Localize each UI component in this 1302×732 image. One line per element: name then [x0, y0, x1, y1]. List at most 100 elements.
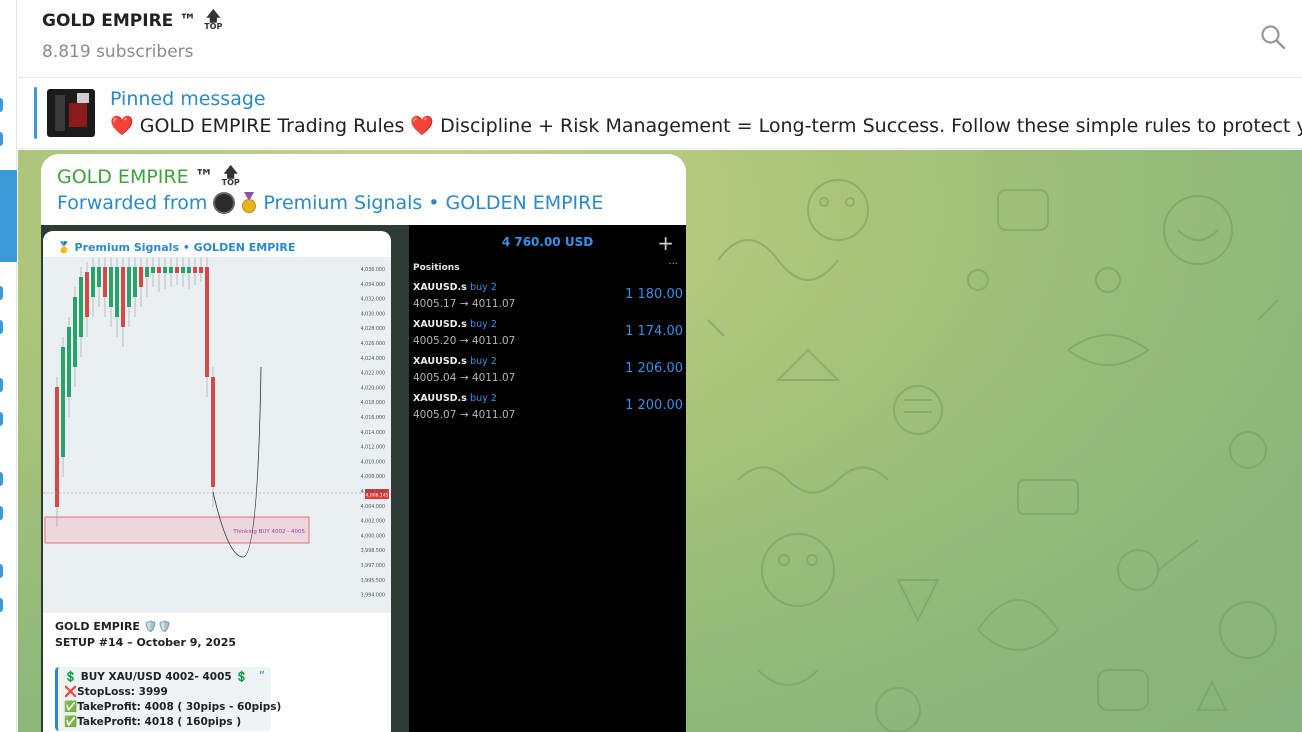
candle-body [79, 277, 83, 337]
image-header-text: Premium Signals • GOLDEN EMPIRE [74, 241, 296, 254]
position-pnl: 1 206.00 [625, 361, 683, 376]
position-prices: 4005.17 → 4011.07 [413, 298, 516, 310]
top-badge: 🡅 TOP [221, 166, 240, 187]
unread-indicator [0, 412, 3, 426]
more-icon: ··· [668, 259, 678, 270]
forwarded-prefix: Forwarded from [57, 192, 208, 214]
y-tick-label: 4,016.000 [361, 415, 385, 421]
y-tick-label: 3,995.500 [361, 578, 385, 584]
sender-tm: ™ [194, 166, 214, 188]
price-chart: Thinking BUY 4002 - 4005 4,006.145 4,036.0… [43, 257, 391, 613]
image-header: 🥇 Premium Signals • GOLDEN EMPIRE [57, 241, 295, 254]
forwarded-source: Premium Signals • GOLDEN EMPIRE [263, 192, 604, 214]
pinned-text-part2: Discipline + Risk Management = Long-term… [440, 115, 1302, 137]
position-symbol: XAUUSD.s [413, 282, 467, 293]
y-tick-label: 3,998.500 [361, 548, 385, 554]
signal-stoploss: ❌StopLoss: 3999 [64, 686, 168, 698]
y-tick-label: 4,008.000 [361, 474, 385, 480]
candle-body [115, 267, 119, 317]
buy-zone-label: Thinking BUY 4002 - 4005 [232, 529, 305, 535]
medal-icon: 🥇 [57, 241, 71, 254]
subscriber-count: 8.819 subscribers [42, 42, 194, 62]
candle-body [193, 267, 197, 273]
position-symbol: XAUUSD.s [413, 356, 467, 367]
pinned-text-part1: GOLD EMPIRE Trading Rules [139, 115, 405, 137]
card-title: GOLD EMPIRE 🛡️🛡️ [55, 620, 172, 633]
pinned-label: Pinned message [110, 88, 266, 110]
y-tick-label: 4,020.000 [361, 385, 385, 391]
unread-indicator [0, 286, 3, 300]
position-row: XAUUSD.s buy 2 4005.17 → 4011.07 1 180.0… [413, 282, 683, 318]
media-album[interactable]: 🥇 Premium Signals • GOLDEN EMPIRE Thinki… [41, 225, 686, 732]
y-tick-label: 4,000.000 [361, 533, 385, 539]
active-chat-indicator [0, 170, 17, 262]
pinned-indicator [34, 87, 37, 139]
chat-header[interactable]: GOLD EMPIRE ™ 🡅 TOP 8.819 subscribers [18, 0, 1302, 78]
signal-box: ” 💲 BUY XAU/USD 4002- 4005 💲 ❌StopLoss: … [55, 667, 281, 731]
sender-name: GOLD EMPIRE [57, 166, 189, 188]
top-badge-label: TOP [221, 178, 240, 187]
candle-body [211, 377, 215, 487]
candle-body [109, 267, 113, 307]
y-tick-label: 4,030.000 [361, 311, 385, 317]
chat-list-strip[interactable] [0, 0, 17, 732]
candle-body [103, 267, 107, 297]
forwarded-from[interactable]: Forwarded from Premium Signals • GOLDEN … [57, 192, 603, 214]
position-prices: 4005.07 → 4011.07 [413, 409, 516, 421]
top-badge-label: TOP [204, 22, 223, 31]
candle-body [127, 267, 131, 307]
search-icon[interactable] [1260, 24, 1286, 50]
unread-indicator [0, 378, 3, 392]
y-tick-label: 4,010.000 [361, 459, 385, 465]
position-prices: 4005.20 → 4011.07 [413, 335, 516, 347]
forwarded-avatar [213, 192, 236, 214]
y-tick-label: 4,026.000 [361, 341, 385, 347]
card-setup: SETUP #14 – October 9, 2025 [55, 636, 237, 649]
y-tick-label: 3,997.000 [361, 563, 385, 569]
y-tick-label: 4,022.000 [361, 371, 385, 377]
channel-title-text: GOLD EMPIRE ™ [42, 11, 197, 31]
y-tick-label: 4,034.000 [361, 282, 385, 288]
y-tick-label: 4,032.000 [361, 297, 385, 303]
position-side: buy 2 [470, 319, 497, 330]
candle-body [205, 267, 209, 377]
candle-body [175, 267, 179, 273]
pinned-message-bar[interactable]: Pinned message ❤️ GOLD EMPIRE Trading Ru… [18, 79, 1302, 149]
message-sender[interactable]: GOLD EMPIRE ™ 🡅 TOP [57, 166, 240, 188]
unread-indicator [0, 472, 3, 486]
pinned-text: ❤️ GOLD EMPIRE Trading Rules ❤️ Discipli… [110, 114, 1302, 137]
plus-icon: + [657, 231, 674, 255]
top-badge: 🡅 TOP [204, 10, 223, 31]
y-tick-label: 4,036.000 [361, 267, 385, 273]
signal-buy: 💲 BUY XAU/USD 4002- 4005 💲 [64, 671, 249, 683]
candle-body [163, 267, 167, 273]
message-bubble[interactable]: GOLD EMPIRE ™ 🡅 TOP Forwarded from Premi… [41, 154, 686, 732]
signal-chart-image[interactable]: 🥇 Premium Signals • GOLDEN EMPIRE Thinki… [43, 231, 391, 732]
positions-label: Positions [413, 263, 460, 273]
y-tick-label: 4,006.000 [361, 489, 385, 495]
signal-tp2: ✅TakeProfit: 4018 ( 160pips ) [64, 716, 242, 728]
candle-body [157, 267, 161, 273]
unread-indicator [0, 132, 3, 146]
position-row: XAUUSD.s buy 2 4005.04 → 4011.07 1 206.0… [413, 356, 683, 392]
account-balance: 4 760.00 USD [501, 235, 594, 249]
positions-image[interactable]: 4 760.00 USD + Positions ··· XAUUSD.s bu… [409, 225, 686, 732]
candle-body [151, 267, 155, 273]
unread-indicator [0, 564, 3, 578]
unread-indicator [0, 506, 3, 520]
position-symbol: XAUUSD.s [413, 393, 467, 404]
unread-indicator [0, 320, 3, 334]
candle-body [67, 327, 71, 397]
candle-body [199, 267, 203, 273]
medal-icon [242, 192, 257, 213]
y-tick-label: 4,024.000 [361, 356, 385, 362]
y-tick-label: 4,014.000 [361, 430, 385, 436]
candle-body [97, 267, 101, 287]
position-prices: 4005.04 → 4011.07 [413, 372, 516, 384]
position-pnl: 1 180.00 [625, 287, 683, 302]
candle-body [169, 267, 173, 273]
y-tick-label: 4,012.000 [361, 445, 385, 451]
candle-body [139, 267, 143, 287]
channel-title[interactable]: GOLD EMPIRE ™ 🡅 TOP [42, 10, 223, 31]
candlestick-chart: Thinking BUY 4002 - 40054,006.1454,036.0… [43, 257, 389, 599]
